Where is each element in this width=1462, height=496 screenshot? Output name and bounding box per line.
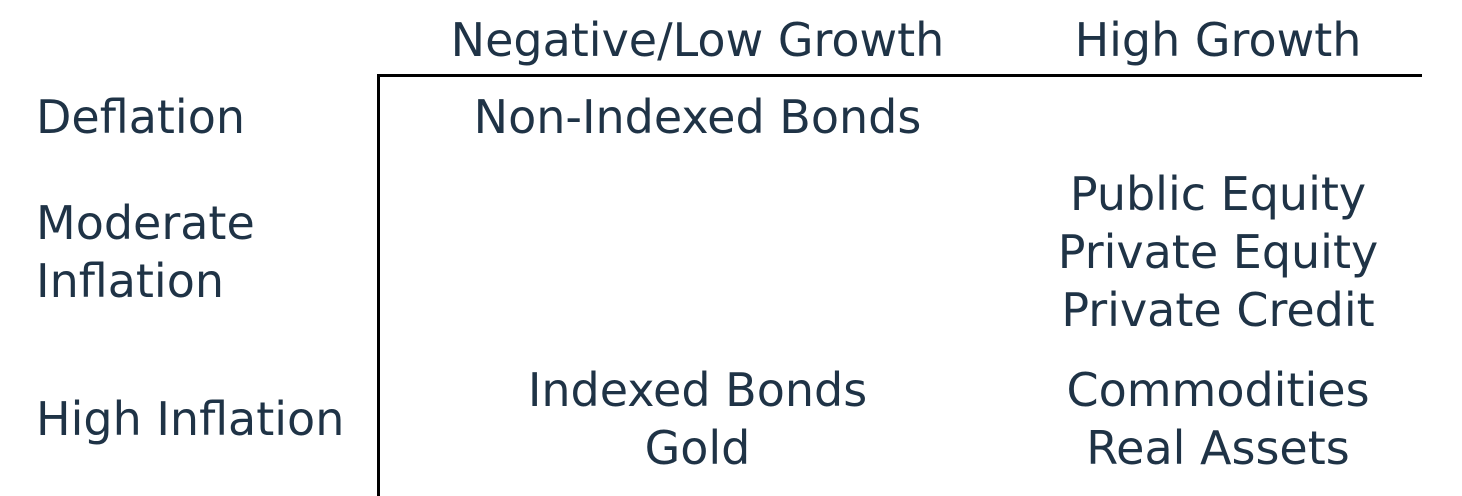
cell-deflation-low-growth: Non-Indexed Bonds (440, 88, 955, 146)
asset-item: Real Assets (1086, 421, 1350, 475)
row-label-moderate-inflation: Moderate Inflation (36, 194, 255, 310)
cell-moderate-inflation-high-growth: Public Equity Private Equity Private Cre… (1018, 165, 1418, 339)
column-header-high-growth: High Growth (1074, 13, 1362, 67)
row-label-high-inflation-line: High Inflation (36, 392, 345, 446)
row-label-moderate-inflation-line: Inflation (36, 254, 224, 308)
row-label-high-inflation: High Inflation (36, 390, 344, 448)
asset-item: Commodities (1066, 363, 1370, 417)
row-label-deflation-line: Deflation (36, 90, 245, 144)
asset-item: Non-Indexed Bonds (473, 90, 922, 144)
asset-item: Public Equity (1069, 167, 1367, 221)
asset-item: Private Equity (1057, 225, 1379, 279)
row-label-divider-line (377, 74, 380, 496)
asset-item: Indexed Bonds (527, 363, 868, 417)
header-divider-line (377, 74, 1422, 77)
cell-high-inflation-low-growth: Indexed Bonds Gold (440, 361, 955, 477)
row-label-moderate-inflation-line: Moderate (36, 196, 255, 250)
row-label-deflation: Deflation (36, 88, 245, 146)
cell-high-inflation-high-growth: Commodities Real Assets (1018, 361, 1418, 477)
asset-item: Private Credit (1061, 283, 1375, 337)
column-header-negative-low-growth: Negative/Low Growth (450, 13, 945, 67)
asset-item: Gold (644, 421, 751, 475)
